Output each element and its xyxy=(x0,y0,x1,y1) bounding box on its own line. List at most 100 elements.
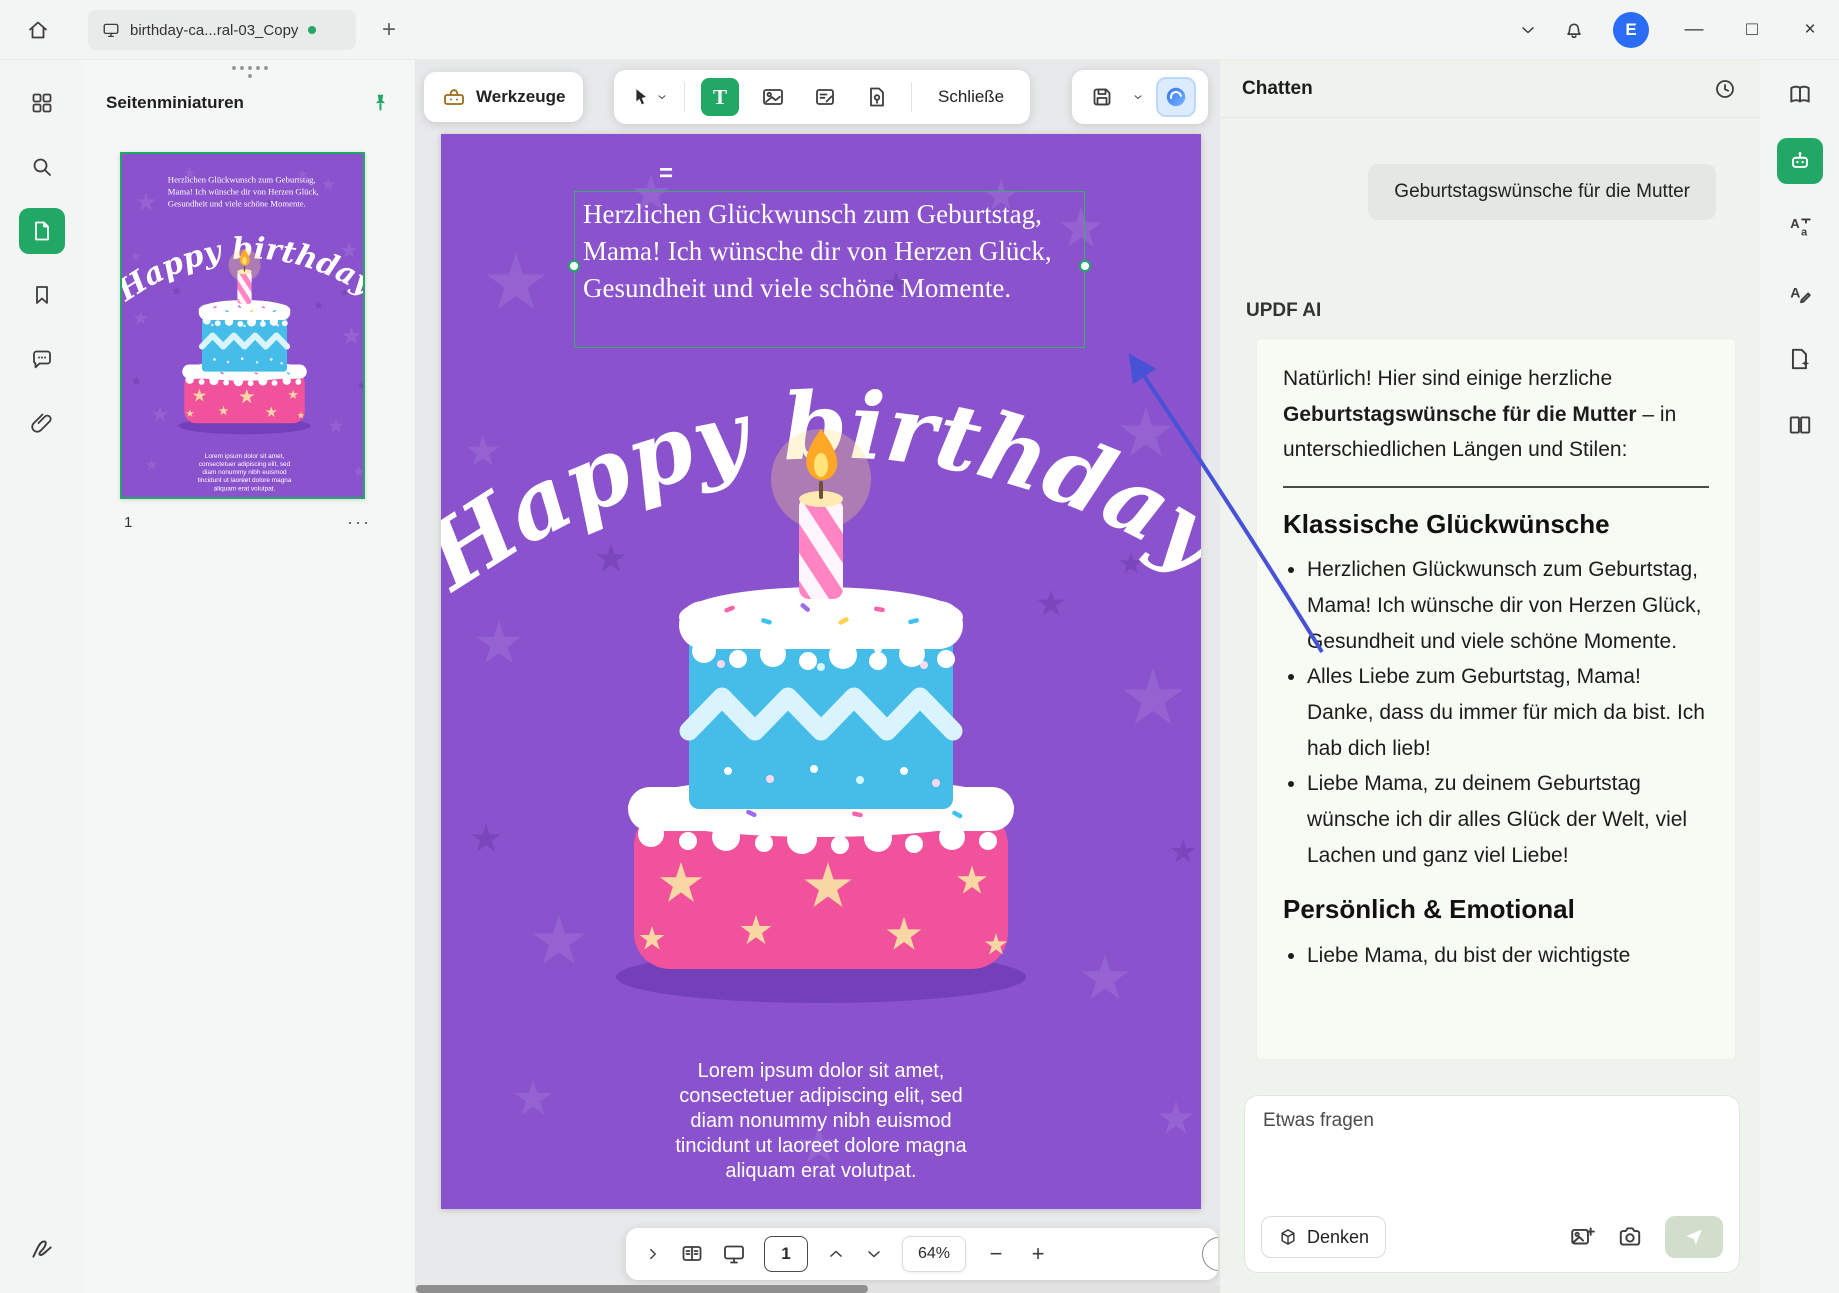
close-tools-button[interactable]: Schließe xyxy=(928,79,1014,115)
save-options-button[interactable] xyxy=(1128,79,1148,115)
page-thumbnail-1[interactable]: Happy birthday Lorem ipsum dolor sit ame… xyxy=(120,152,365,499)
selected-wish-text-box[interactable]: = Herzlichen Glückwunsch zum Geburtstag,… xyxy=(568,160,1091,348)
page-number-input[interactable]: 1 xyxy=(764,1236,808,1272)
expand-nav-button[interactable] xyxy=(644,1245,662,1263)
svg-text:a: a xyxy=(1801,227,1808,239)
right-icon-rail: Aa A xyxy=(1760,60,1839,1293)
textbox-drag-handle[interactable]: = xyxy=(659,160,673,188)
zoom-out-button[interactable]: − xyxy=(984,1241,1008,1267)
grid-icon xyxy=(32,93,52,113)
page-thumbnails-button[interactable] xyxy=(19,208,65,254)
lorem-text: Lorem ipsum dolor sit amet, consectetuer… xyxy=(197,452,292,492)
birthday-cake-illustration xyxy=(616,429,1026,1003)
previous-page-button[interactable] xyxy=(826,1244,846,1264)
wish-text-box: = Herzlichen Glückwunsch zum Geburtstag,… xyxy=(165,172,330,223)
dashboard-button[interactable] xyxy=(19,80,65,126)
signature-button[interactable] xyxy=(19,1225,65,1271)
reading-mode-button[interactable] xyxy=(680,1242,704,1266)
two-page-view-button[interactable] xyxy=(1777,402,1823,448)
bookmarks-button[interactable] xyxy=(19,272,65,318)
werkzeuge-label: Werkzeuge xyxy=(476,87,566,106)
collapse-button[interactable] xyxy=(1505,0,1551,60)
unsaved-changes-dot xyxy=(308,26,317,34)
ai-swirl-icon xyxy=(1166,87,1186,107)
chat-input[interactable] xyxy=(1263,1110,1703,1132)
list-item: Alles Liebe zum Geburtstag, Mama! Danke,… xyxy=(1307,659,1709,766)
document-tab-title: birthday-ca...ral-03_Copy xyxy=(130,21,299,39)
translate-icon: Aa xyxy=(1790,216,1811,239)
doc-sparkle-icon xyxy=(1791,348,1809,370)
search-button[interactable] xyxy=(19,144,65,190)
rewrite-button[interactable]: A xyxy=(1777,270,1823,316)
minimize-button[interactable]: — xyxy=(1665,0,1723,60)
form-tool-button[interactable] xyxy=(807,79,843,115)
ai-chat-button-active[interactable] xyxy=(1776,138,1823,184)
pin-panel-button[interactable] xyxy=(363,86,397,120)
next-page-button[interactable] xyxy=(864,1244,884,1264)
reader-mode-button[interactable] xyxy=(1777,72,1823,118)
zoom-in-button[interactable]: + xyxy=(1026,1241,1050,1267)
document-tab[interactable]: birthday-ca...ral-03_Copy xyxy=(88,10,356,50)
chevron-down-icon xyxy=(1522,27,1534,34)
screenshot-button[interactable] xyxy=(1617,1224,1643,1250)
thumbnail-overflow-menu[interactable]: ··· xyxy=(347,512,371,533)
image-tool-button[interactable] xyxy=(755,79,791,115)
think-mode-button[interactable]: Denken xyxy=(1261,1216,1387,1258)
resize-handle-left[interactable] xyxy=(568,260,580,272)
text-edit-icon: A xyxy=(1790,284,1811,304)
horizontal-scrollbar-thumb[interactable] xyxy=(416,1285,868,1293)
birthday-card-page[interactable]: Happy birthday Lorem ipsum dolor sit ame… xyxy=(441,134,1201,1209)
list-item: Liebe Mama, du bist der wichtigste xyxy=(1307,938,1709,974)
horizontal-scrollbar[interactable] xyxy=(416,1285,1220,1293)
panel-drag-handle[interactable] xyxy=(231,66,268,78)
attachments-button[interactable] xyxy=(19,400,65,446)
spread-view-icon xyxy=(682,1246,702,1261)
sign-tool-button[interactable] xyxy=(859,79,895,115)
add-image-button[interactable] xyxy=(1569,1224,1595,1250)
camera-icon xyxy=(1619,1227,1641,1246)
two-pages-icon xyxy=(1789,416,1810,434)
signature-pen-icon xyxy=(32,1240,52,1258)
close-button[interactable]: × xyxy=(1781,0,1839,60)
page-icon xyxy=(35,221,49,241)
image-icon xyxy=(763,89,783,105)
ai-assistant-toggle-button[interactable] xyxy=(1156,77,1196,117)
image-add-icon xyxy=(1571,1227,1595,1245)
maximize-button[interactable]: □ xyxy=(1723,0,1781,60)
ai-section-title-2: Persönlich & Emotional xyxy=(1283,894,1575,925)
translate-button[interactable]: Aa xyxy=(1777,204,1823,250)
comments-button[interactable] xyxy=(19,336,65,382)
resize-handle-right[interactable] xyxy=(1079,260,1091,272)
cube-icon xyxy=(1281,1229,1295,1245)
send-button[interactable] xyxy=(1665,1216,1723,1258)
avatar[interactable]: E xyxy=(1613,12,1649,48)
presentation-button[interactable] xyxy=(722,1242,746,1266)
lorem-text[interactable]: Lorem ipsum dolor sit amet, consectetuer… xyxy=(656,1059,986,1184)
home-button[interactable] xyxy=(16,8,60,52)
thumbnail-page-number: 1 xyxy=(124,514,133,531)
chat-input-card: Denken xyxy=(1244,1095,1740,1273)
select-tool-button[interactable] xyxy=(630,86,668,108)
text-tool-button-active[interactable]: T xyxy=(701,78,739,116)
notifications-button[interactable] xyxy=(1551,0,1597,60)
save-button[interactable] xyxy=(1084,79,1120,115)
document-canvas[interactable]: Happy birthday Lorem ipsum dolor sit ame… xyxy=(416,60,1220,1293)
zoom-level[interactable]: 64% xyxy=(902,1236,966,1272)
new-tab-button[interactable]: + xyxy=(372,13,406,47)
ai-intro-bold: Geburtstagswünsche für die Mutter xyxy=(1283,402,1637,426)
svg-text:A: A xyxy=(1790,216,1800,231)
bell-icon xyxy=(1567,23,1581,39)
divider xyxy=(911,82,912,112)
birthday-card-mini: Happy birthday Lorem ipsum dolor sit ame… xyxy=(122,154,363,497)
chevron-up-icon xyxy=(830,1250,842,1257)
wish-text[interactable]: Herzlichen Glückwunsch zum Geburtstag, M… xyxy=(583,196,1076,307)
edit-tools-toolbar: T Schließe xyxy=(614,70,1031,124)
werkzeuge-button[interactable]: Werkzeuge xyxy=(424,72,584,122)
save-icon xyxy=(1093,88,1111,106)
ai-summary-button[interactable] xyxy=(1777,336,1823,382)
ai-bullet-list-1: Herzlichen Glückwunsch zum Geburtstag, M… xyxy=(1283,552,1709,873)
collapsed-round-button[interactable] xyxy=(1202,1237,1218,1271)
ai-intro: Natürlich! Hier sind einige herzliche Ge… xyxy=(1283,361,1709,468)
divider xyxy=(684,82,685,112)
chat-history-button[interactable] xyxy=(1706,70,1744,108)
